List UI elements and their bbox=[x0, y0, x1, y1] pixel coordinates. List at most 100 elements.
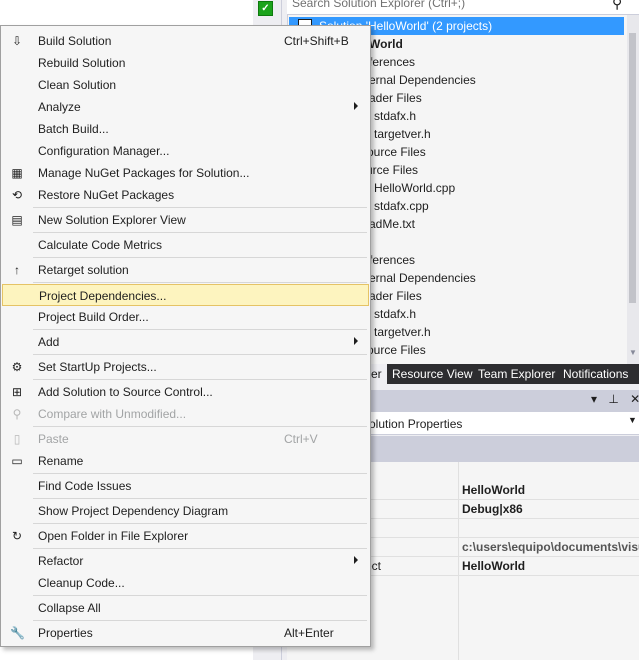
menu-separator bbox=[33, 282, 367, 283]
paste-icon: ▯ bbox=[13, 432, 21, 446]
compare-icon: ⚲ bbox=[12, 407, 22, 421]
menu-item-label: Batch Build... bbox=[38, 122, 109, 136]
menu-item-show-project-dependency-diagram[interactable]: Show Project Dependency Diagram bbox=[2, 500, 369, 522]
menu-separator bbox=[33, 232, 367, 233]
menu-separator bbox=[33, 473, 367, 474]
menu-item-label: Show Project Dependency Diagram bbox=[38, 504, 229, 518]
menu-separator bbox=[33, 207, 367, 208]
menu-item-open-folder-in-file-explorer[interactable]: ↻ Open Folder in File Explorer bbox=[2, 525, 369, 547]
tree-item[interactable]: stdafx.cpp bbox=[374, 199, 429, 213]
menu-item-label: Open Folder in File Explorer bbox=[38, 529, 189, 543]
menu-item-analyze[interactable]: Analyze bbox=[2, 96, 369, 118]
panel-tab[interactable]: Notifications bbox=[558, 364, 633, 384]
menu-item-paste: ▯ Paste Ctrl+V bbox=[2, 428, 369, 450]
panel-tab[interactable]: Team Explorer bbox=[473, 364, 560, 384]
menu-item-find-code-issues[interactable]: Find Code Issues bbox=[2, 475, 369, 497]
menu-item-retarget-solution[interactable]: ↑ Retarget solution bbox=[2, 259, 369, 281]
menu-item-project-build-order[interactable]: Project Build Order... bbox=[2, 306, 369, 328]
menu-item-rename[interactable]: ▭ Rename bbox=[2, 450, 369, 472]
menu-item-label: Manage NuGet Packages for Solution... bbox=[38, 166, 250, 180]
menu-item-restore-nuget-packages[interactable]: ⟲ Restore NuGet Packages bbox=[2, 184, 369, 206]
menu-item-label: Calculate Code Metrics bbox=[38, 238, 163, 252]
menu-item-label: Paste bbox=[38, 432, 69, 446]
property-value: HelloWorld bbox=[462, 483, 526, 497]
tree-item[interactable]: HelloWorld.cpp bbox=[374, 181, 455, 195]
scrollbar-thumb[interactable] bbox=[629, 33, 636, 303]
property-value: HelloWorld bbox=[462, 559, 526, 573]
menu-item-project-dependencies[interactable]: Project Dependencies... bbox=[2, 284, 369, 306]
tree-item[interactable]: ferences bbox=[369, 253, 415, 267]
menu-item-label: Retarget solution bbox=[38, 263, 129, 277]
menu-item-shortcut: Ctrl+Shift+B bbox=[284, 34, 349, 48]
menu-separator bbox=[33, 595, 367, 596]
menu-separator bbox=[33, 620, 367, 621]
menu-item-set-startup-projects[interactable]: ⚙ Set StartUp Projects... bbox=[2, 356, 369, 378]
menu-item-refactor[interactable]: Refactor bbox=[2, 550, 369, 572]
tree-item[interactable]: World bbox=[369, 37, 403, 51]
tree-item[interactable]: adMe.txt bbox=[369, 217, 415, 231]
restore-icon: ⟲ bbox=[11, 188, 23, 202]
properties-header-icons[interactable]: ▾ ⊥ ✕ bbox=[591, 392, 639, 406]
menu-item-rebuild-solution[interactable]: Rebuild Solution bbox=[2, 52, 369, 74]
menu-item-label: Rename bbox=[38, 454, 84, 468]
tree-item[interactable]: ader Files bbox=[369, 289, 422, 303]
menu-item-properties[interactable]: 🔧 Properties Alt+Enter bbox=[2, 622, 369, 644]
tree-item[interactable]: targetver.h bbox=[374, 127, 431, 141]
arrow-up-icon: ↑ bbox=[14, 263, 20, 277]
menu-item-clean-solution[interactable]: Clean Solution bbox=[2, 74, 369, 96]
menu-item-new-solution-explorer-view[interactable]: ▤ New Solution Explorer View bbox=[2, 209, 369, 231]
chevron-down-icon[interactable]: ▼ bbox=[628, 415, 637, 425]
tree-item[interactable]: ader Files bbox=[369, 91, 422, 105]
menu-item-label: Set StartUp Projects... bbox=[38, 360, 157, 374]
menu-item-label: Cleanup Code... bbox=[38, 576, 125, 590]
wrench-icon: 🔧 bbox=[10, 626, 25, 640]
menu-item-collapse-all[interactable]: Collapse All bbox=[2, 597, 369, 619]
property-value: c:\users\equipo\documents\visu bbox=[462, 540, 639, 554]
scroll-down-icon[interactable]: ▼ bbox=[627, 348, 639, 360]
solution-context-menu: ⇩ Build Solution Ctrl+Shift+B Rebuild Solut… bbox=[0, 25, 371, 647]
open-folder-icon: ↻ bbox=[11, 529, 23, 543]
menu-item-batch-build[interactable]: Batch Build... bbox=[2, 118, 369, 140]
menu-item-calculate-code-metrics[interactable]: Calculate Code Metrics bbox=[2, 234, 369, 256]
menu-item-build-solution[interactable]: ⇩ Build Solution Ctrl+Shift+B bbox=[2, 30, 369, 52]
menu-item-label: Add Solution to Source Control... bbox=[38, 385, 213, 399]
menu-item-label: Configuration Manager... bbox=[38, 144, 170, 158]
nuget-icon: ▦ bbox=[11, 166, 23, 180]
add-source-icon: ⊞ bbox=[11, 385, 23, 399]
property-value: Debug|x86 bbox=[462, 502, 523, 516]
tree-item[interactable]: urce Files bbox=[366, 163, 418, 177]
menu-item-label: New Solution Explorer View bbox=[38, 213, 186, 227]
panel-tab[interactable]: Resource View bbox=[387, 364, 477, 384]
tree-item[interactable]: ernal Dependencies bbox=[369, 271, 476, 285]
menu-item-label: Refactor bbox=[38, 554, 84, 568]
menu-item-label: Rebuild Solution bbox=[38, 56, 126, 70]
menu-item-shortcut: Ctrl+V bbox=[284, 432, 318, 446]
search-placeholder: Search Solution Explorer (Ctrl+;) bbox=[292, 0, 466, 10]
tree-item[interactable]: stdafx.h bbox=[374, 109, 416, 123]
tree-item[interactable]: targetver.h bbox=[374, 325, 431, 339]
menu-separator bbox=[33, 426, 367, 427]
menu-item-configuration-manager[interactable]: Configuration Manager... bbox=[2, 140, 369, 162]
menu-item-add-solution-to-source-control[interactable]: ⊞ Add Solution to Source Control... bbox=[2, 381, 369, 403]
menu-item-label: Find Code Issues bbox=[38, 479, 132, 493]
menu-item-cleanup-code[interactable]: Cleanup Code... bbox=[2, 572, 369, 594]
check-icon: ✓ bbox=[258, 1, 273, 16]
menu-item-label: Analyze bbox=[38, 100, 81, 114]
menu-item-label: Project Dependencies... bbox=[39, 289, 167, 303]
menu-item-label: Add bbox=[38, 335, 60, 349]
menu-item-manage-nuget-packages-for-solution[interactable]: ▦ Manage NuGet Packages for Solution... bbox=[2, 162, 369, 184]
menu-item-add[interactable]: Add bbox=[2, 331, 369, 353]
gear-icon: ⚙ bbox=[11, 360, 23, 374]
tree-item[interactable]: ernal Dependencies bbox=[369, 73, 476, 87]
menu-item-label: Clean Solution bbox=[38, 78, 117, 92]
menu-item-label: Build Solution bbox=[38, 34, 112, 48]
submenu-arrow-icon bbox=[354, 556, 358, 564]
menu-separator bbox=[33, 523, 367, 524]
menu-separator bbox=[33, 379, 367, 380]
menu-item-shortcut: Alt+Enter bbox=[284, 626, 334, 640]
tree-item[interactable]: ferences bbox=[369, 55, 415, 69]
build-icon: ⇩ bbox=[11, 34, 23, 48]
tree-item[interactable]: stdafx.h bbox=[374, 307, 416, 321]
search-icon[interactable]: ⚲ bbox=[612, 0, 622, 12]
rename-icon: ▭ bbox=[11, 454, 23, 468]
